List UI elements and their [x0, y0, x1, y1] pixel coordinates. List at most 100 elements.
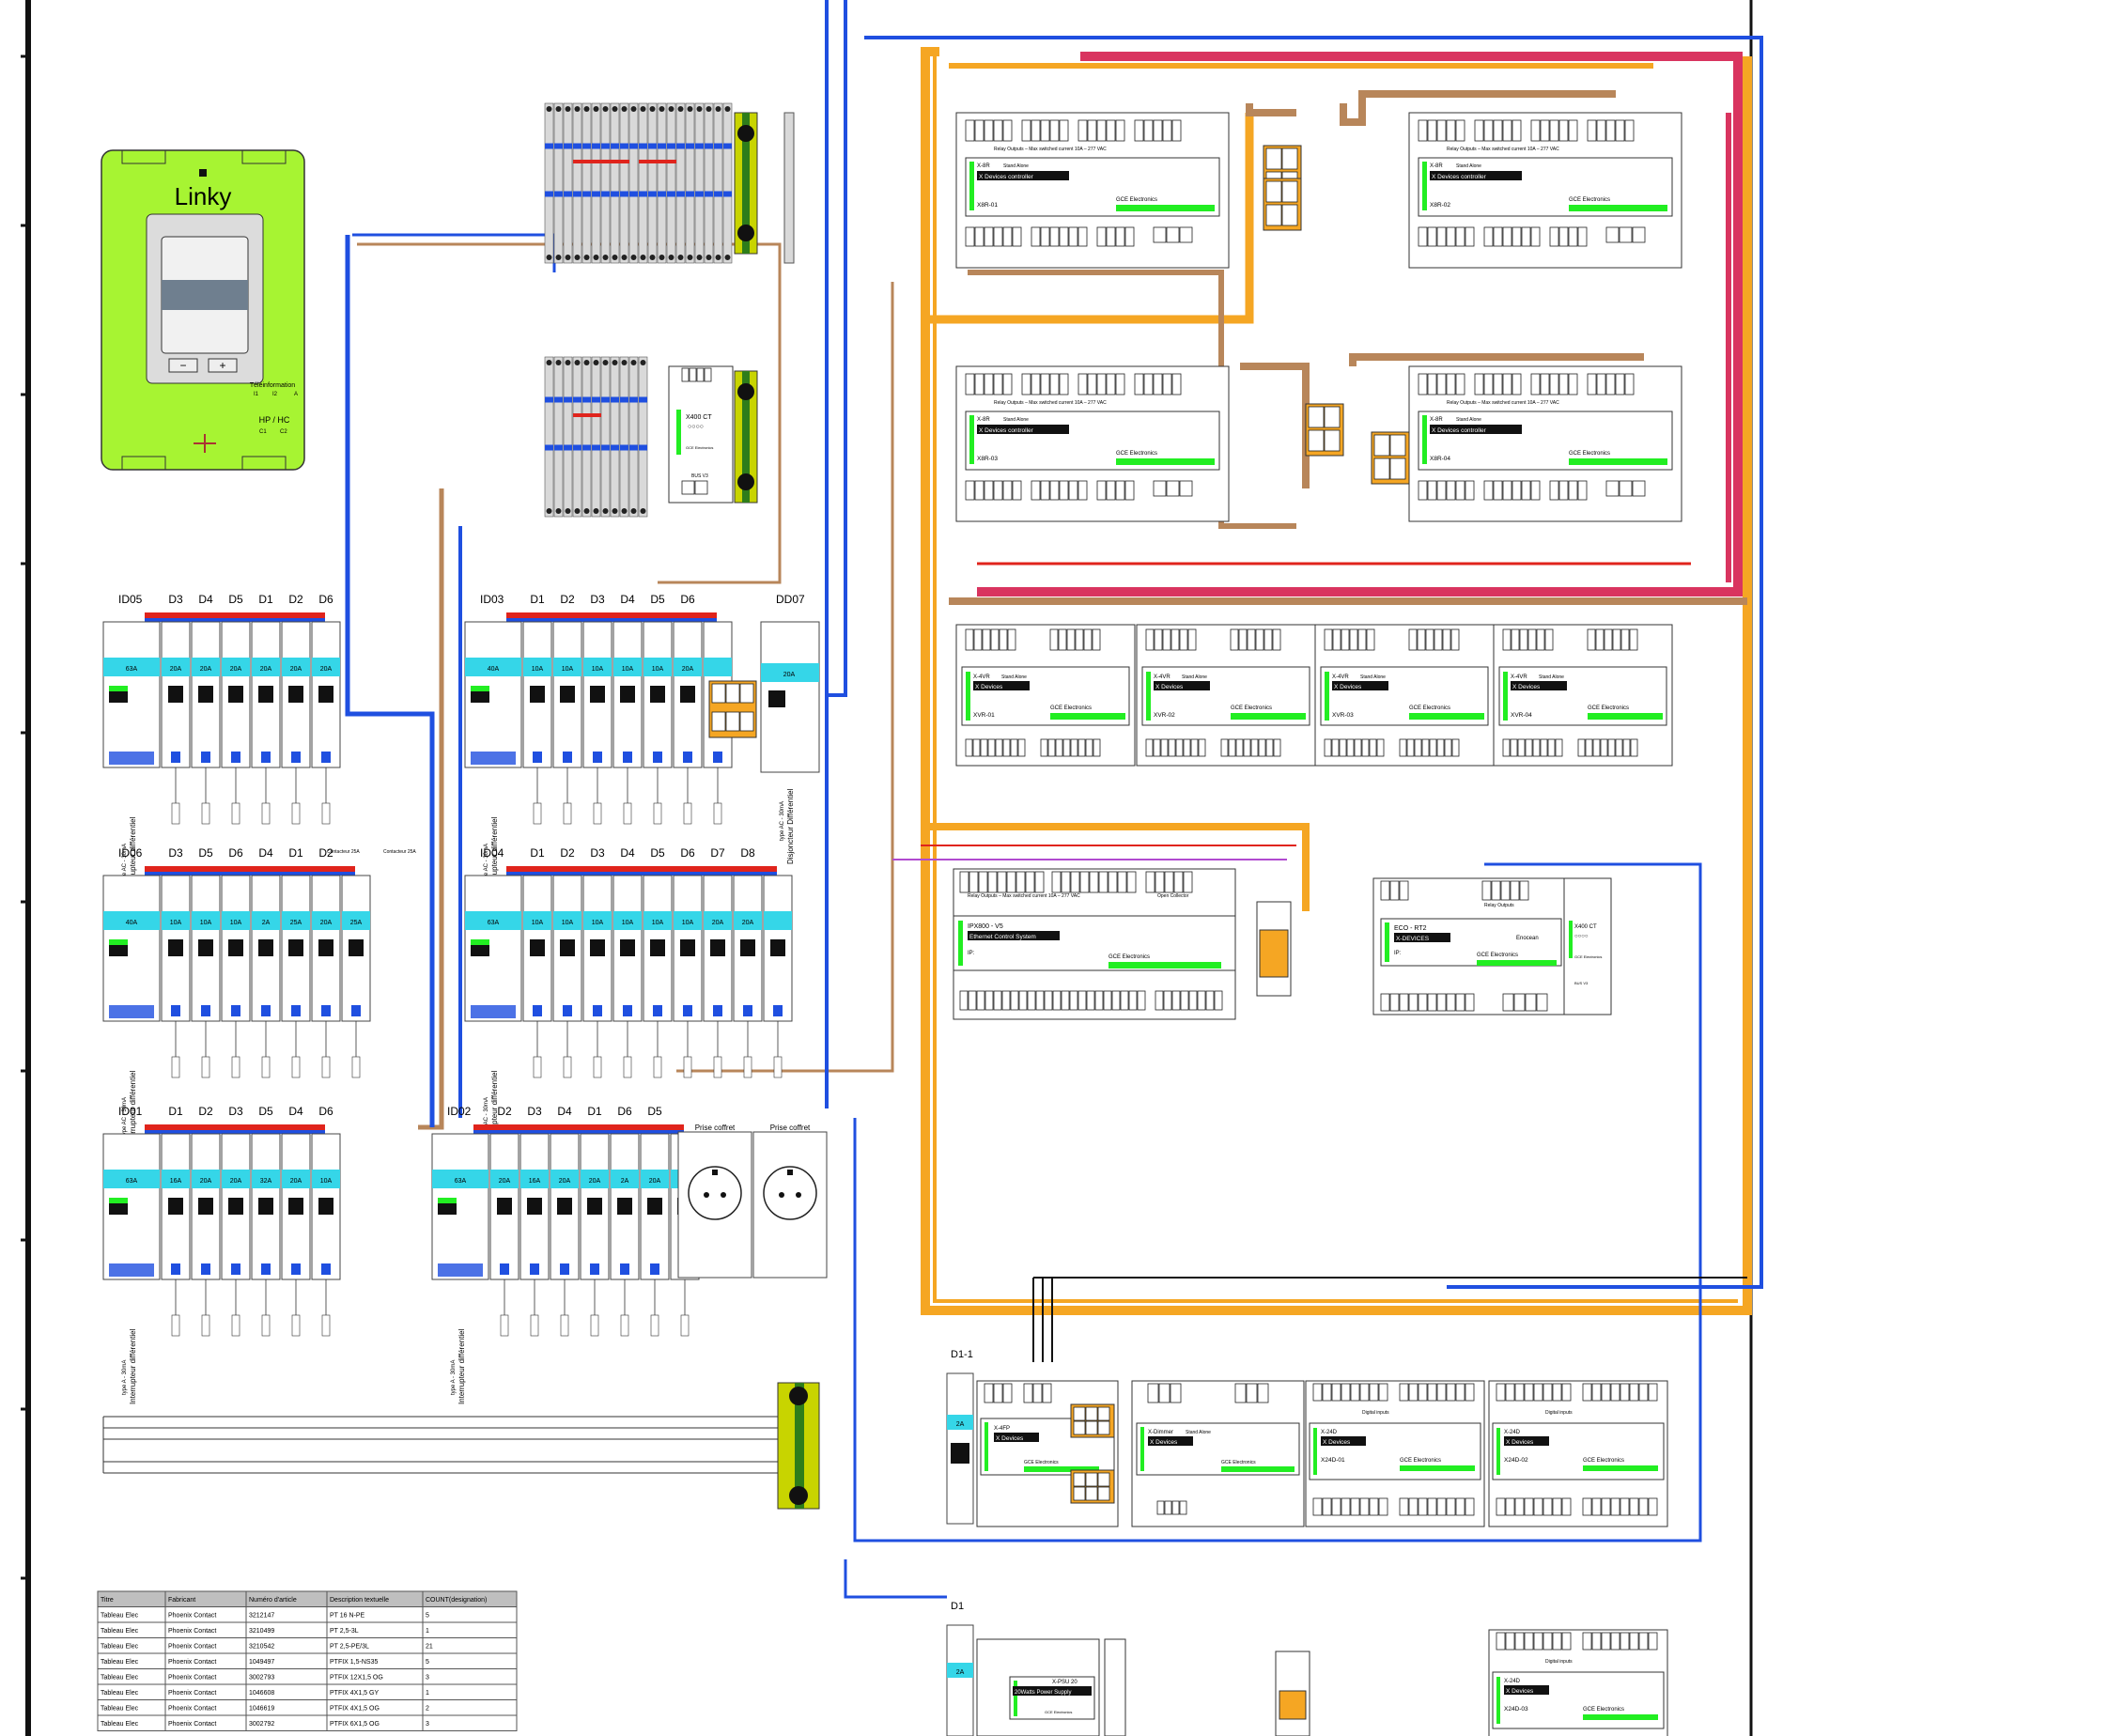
panel-id: DD07 — [776, 593, 805, 606]
terminal — [1031, 480, 1041, 501]
terminal — [1350, 1497, 1360, 1516]
table-cell-text: Tableau Elec — [101, 1721, 139, 1728]
table-cell-text: 3002793 — [249, 1675, 274, 1682]
breaker-toggle — [647, 1198, 662, 1215]
wire-label-tag — [563, 1056, 572, 1078]
terminal — [1234, 1383, 1247, 1403]
terminal — [1568, 226, 1578, 247]
terminal — [1170, 1383, 1182, 1403]
terminal — [1596, 373, 1606, 395]
socket-pin — [779, 1192, 784, 1198]
breaker-rating: 10A — [562, 920, 574, 926]
socket-label: Prise coffret — [770, 1124, 811, 1132]
breaker-rating: 20A — [230, 666, 242, 673]
terminal — [1188, 990, 1198, 1011]
terminal — [1493, 119, 1503, 142]
main-rating: 63A — [488, 920, 500, 926]
terminal-screw — [593, 508, 599, 514]
terminal-screw — [574, 360, 581, 365]
relay-label: Relay Outputs – Max switched current 10A… — [994, 400, 1107, 406]
terminal-blue-band — [611, 444, 619, 451]
terminal — [1378, 1383, 1388, 1402]
module-brand: GCE Electronics — [1231, 705, 1272, 711]
x4fp-name: X-4FP — [994, 1426, 1010, 1432]
relay-label: Relay Outputs — [1484, 903, 1514, 908]
terminal-blue-band — [582, 396, 591, 403]
status-bar — [1496, 1677, 1500, 1724]
terminal — [1031, 119, 1041, 142]
module-name: IPX800 - V5 — [968, 923, 1003, 930]
terminal — [1552, 1632, 1562, 1651]
linky-title: Linky — [175, 182, 232, 210]
terminal — [1346, 738, 1355, 757]
terminal — [1171, 119, 1182, 142]
terminal — [1505, 1497, 1515, 1516]
terminal — [1502, 373, 1512, 395]
breaker-id: D3 — [168, 593, 183, 606]
terminal-screw — [546, 255, 552, 260]
terminal — [1604, 628, 1613, 651]
table-cell — [422, 1621, 518, 1638]
terminal — [1085, 1420, 1098, 1435]
table-cell-text: PTFIX 1,5-NS35 — [330, 1659, 378, 1666]
terminal — [1549, 480, 1559, 501]
breaker-terminal — [171, 752, 180, 763]
breaker-rating: 20A — [499, 1178, 511, 1185]
ipx800-module: Relay Outputs – Max switched current 10A… — [953, 868, 1236, 1020]
terminal — [974, 373, 984, 395]
terminal — [1183, 738, 1191, 757]
terminal — [1179, 1500, 1187, 1515]
terminal-blue-band — [611, 396, 619, 403]
terminal-slice — [638, 102, 648, 264]
terminal — [1418, 480, 1428, 501]
terminal — [1078, 480, 1088, 501]
contacteur-labels: Contacteur 25A Contacteur 25A — [327, 849, 416, 855]
terminal — [1406, 738, 1415, 757]
table-cell-text: PTFIX 4X1,5 OG — [330, 1706, 380, 1713]
terminal — [1115, 480, 1125, 501]
terminal — [1230, 628, 1239, 651]
terminal — [1446, 1497, 1456, 1516]
terminal — [1540, 119, 1550, 142]
x24d-model: X-24D — [1504, 1430, 1521, 1435]
relay-label: Relay Outputs – Max switched current 10A… — [994, 147, 1107, 152]
terminal — [1446, 373, 1456, 395]
terminal — [1281, 204, 1298, 226]
status-bar — [958, 921, 963, 966]
linky-minus-label: − — [179, 359, 186, 372]
brand-bar — [1116, 458, 1215, 465]
breaker-id: D2 — [560, 593, 575, 606]
terminal — [1173, 871, 1184, 893]
terminal — [1324, 628, 1333, 651]
terminal-blue-band — [667, 143, 675, 149]
terminal-blue-band — [695, 143, 704, 149]
brand-bar — [1221, 1466, 1295, 1472]
terminal-screw — [705, 255, 712, 260]
terminal — [1078, 119, 1088, 142]
table-cell-text: 2 — [426, 1706, 429, 1713]
bom-table: Titre Fabricant Numéro d'article Descriptio… — [97, 1590, 518, 1731]
terminal — [1512, 373, 1522, 395]
breaker-panels: ID05 63A 20A D3 20A D4 20A D5 20A D1 20A D2 20A D6 Int… — [102, 593, 828, 1404]
terminal-screw — [640, 508, 646, 514]
linky-hphc-label: HP / HC — [259, 415, 290, 425]
terminal — [1021, 373, 1031, 395]
wire-label-tag — [201, 1056, 210, 1078]
terminal — [1069, 990, 1078, 1011]
terminal — [1002, 226, 1013, 247]
mode-label: Stand Alone — [1003, 163, 1029, 169]
terminal — [1380, 993, 1390, 1012]
terminal — [1530, 119, 1541, 142]
terminal — [739, 683, 754, 704]
terminal-blue-band — [592, 143, 600, 149]
terminal — [1034, 871, 1045, 893]
x400-right-bus: BUS V3 — [1574, 981, 1589, 985]
breaker-toggle — [620, 686, 635, 703]
terminal-blue-band — [676, 191, 685, 197]
terminal — [1577, 226, 1588, 247]
terminal — [1629, 1632, 1639, 1651]
breaker-rating: 20A — [589, 1178, 601, 1185]
terminal-blue-band — [667, 191, 675, 197]
terminal-screw — [612, 360, 618, 365]
main-toggle-indicator — [109, 939, 128, 945]
